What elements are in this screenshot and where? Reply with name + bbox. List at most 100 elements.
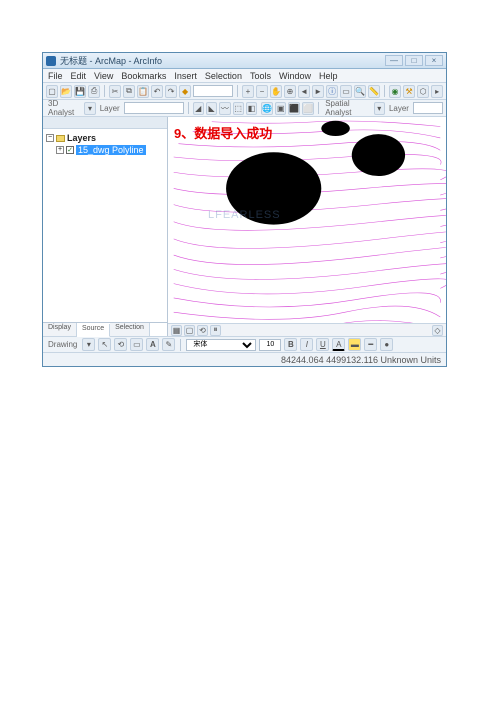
font-select[interactable]: 宋体 (186, 339, 256, 351)
minimize-button[interactable]: — (385, 55, 403, 66)
globe-icon[interactable]: 🌐 (261, 102, 273, 115)
bold-icon[interactable]: B (284, 338, 297, 351)
menu-view[interactable]: View (94, 71, 113, 81)
arcmap-window: 无标题 - ArcMap - ArcInfo — □ × File Edit V… (42, 52, 447, 367)
table-of-contents: − Layers + ✓ 15_dwg Polyline Display Sou… (43, 117, 168, 336)
text-icon[interactable]: A (146, 338, 159, 351)
layer-select[interactable] (124, 102, 184, 114)
titlebar: 无标题 - ArcMap - ArcInfo — □ × (43, 53, 446, 69)
menu-help[interactable]: Help (319, 71, 338, 81)
map-canvas[interactable]: 9、数据导入成功 LFEARLESS ▦ ▢ ⟲ ⏸ ◇ (168, 117, 446, 336)
refresh-icon[interactable]: ⟲ (197, 325, 208, 336)
rotate-icon[interactable]: ⟲ (114, 338, 127, 351)
menu-bookmarks[interactable]: Bookmarks (121, 71, 166, 81)
font-size-input[interactable] (259, 339, 281, 351)
fill-color-icon[interactable]: ▬ (348, 338, 361, 351)
measure-icon[interactable]: 📏 (368, 85, 380, 98)
redo-icon[interactable]: ↷ (165, 85, 177, 98)
toc-tabs: Display Source Selection (43, 322, 167, 336)
separator (188, 102, 189, 114)
layer-label: Layer (98, 104, 122, 113)
tool-icon[interactable]: ⬚ (233, 102, 244, 115)
root-label: Layers (67, 133, 96, 143)
save-icon[interactable]: 💾 (74, 85, 86, 98)
marker-icon[interactable]: ● (380, 338, 393, 351)
toc-root-node[interactable]: − Layers (46, 132, 164, 144)
underline-icon[interactable]: U (316, 338, 329, 351)
tool-icon[interactable]: ◧ (246, 102, 257, 115)
pointer-icon[interactable]: ↖ (98, 338, 111, 351)
contour-lines (168, 117, 446, 336)
toc-tree: − Layers + ✓ 15_dwg Polyline (43, 129, 167, 322)
coordinates-readout: 84244.064 4499132.116 Unknown Units (281, 355, 441, 365)
print-icon[interactable]: ⎙ (88, 85, 100, 98)
dropdown-icon[interactable]: ▾ (82, 338, 95, 351)
statusbar: 84244.064 4499132.116 Unknown Units (43, 352, 446, 366)
italic-icon[interactable]: I (300, 338, 313, 351)
layout-view-icon[interactable]: ▢ (184, 325, 195, 336)
cut-icon[interactable]: ✂ (109, 85, 121, 98)
window-controls: — □ × (385, 55, 443, 66)
prev-extent-icon[interactable]: ◄ (298, 85, 310, 98)
layer-select[interactable] (413, 102, 443, 114)
new-doc-icon[interactable]: ▢ (46, 85, 58, 98)
scale-input[interactable] (193, 85, 233, 97)
spatial-analyst-label: Spatial Analyst (323, 99, 371, 117)
dropdown-icon[interactable]: ▾ (84, 102, 95, 115)
zoom-out-icon[interactable]: − (256, 85, 268, 98)
dropdown-icon[interactable]: ▾ (374, 102, 385, 115)
font-color-icon[interactable]: A (332, 338, 345, 351)
toolbox-icon[interactable]: ⚒ (403, 85, 415, 98)
zoom-in-icon[interactable]: + (242, 85, 254, 98)
layout-view-toolbar: ▦ ▢ ⟲ ⏸ ◇ (168, 323, 446, 336)
copy-icon[interactable]: ⧉ (123, 85, 135, 98)
pan-icon[interactable]: ✋ (270, 85, 282, 98)
snap-icon[interactable]: ◇ (432, 325, 443, 336)
tool-icon[interactable]: ◢ (193, 102, 204, 115)
layer-checkbox[interactable]: ✓ (66, 146, 74, 154)
tab-selection[interactable]: Selection (110, 323, 150, 336)
separator (318, 102, 319, 114)
clear-select-icon[interactable]: ⬜ (302, 102, 314, 115)
python-icon[interactable]: ▸ (431, 85, 443, 98)
tool-icon[interactable]: 〰 (219, 102, 230, 115)
data-view-icon[interactable]: ▦ (171, 325, 182, 336)
add-data-icon[interactable]: ◆ (179, 85, 191, 98)
next-extent-icon[interactable]: ► (312, 85, 324, 98)
menu-file[interactable]: File (48, 71, 63, 81)
open-icon[interactable]: 📂 (60, 85, 72, 98)
layer-label: 15_dwg Polyline (76, 145, 146, 155)
workspace: − Layers + ✓ 15_dwg Polyline Display Sou… (43, 117, 446, 336)
line-color-icon[interactable]: ━ (364, 338, 377, 351)
tool-icon[interactable]: ◣ (206, 102, 217, 115)
select-icon[interactable]: ▭ (340, 85, 352, 98)
shape-icon[interactable]: ▭ (130, 338, 143, 351)
identify-icon[interactable]: ⓘ (326, 85, 338, 98)
close-button[interactable]: × (425, 55, 443, 66)
edit-icon[interactable]: ✎ (162, 338, 175, 351)
drawing-toolbar: Drawing ▾ ↖ ⟲ ▭ A ✎ 宋体 B I U A ▬ ━ ● (43, 336, 446, 352)
menu-insert[interactable]: Insert (174, 71, 197, 81)
tab-source[interactable]: Source (77, 324, 110, 337)
scene-icon[interactable]: ▣ (275, 102, 286, 115)
toc-layer-node[interactable]: + ✓ 15_dwg Polyline (46, 144, 164, 156)
tab-display[interactable]: Display (43, 323, 77, 336)
maximize-button[interactable]: □ (405, 55, 423, 66)
find-icon[interactable]: 🔍 (354, 85, 366, 98)
menu-selection[interactable]: Selection (205, 71, 242, 81)
expand-icon[interactable]: + (56, 146, 64, 154)
menu-tools[interactable]: Tools (250, 71, 271, 81)
collapse-icon[interactable]: − (46, 134, 54, 142)
undo-icon[interactable]: ↶ (151, 85, 163, 98)
separator (104, 85, 105, 97)
full-extent-icon[interactable]: ⊕ (284, 85, 296, 98)
menubar: File Edit View Bookmarks Insert Selectio… (43, 69, 446, 83)
select-feature-icon[interactable]: ⬛ (288, 102, 300, 115)
catalog-icon[interactable]: ◉ (389, 85, 401, 98)
separator (180, 339, 181, 351)
menu-window[interactable]: Window (279, 71, 311, 81)
paste-icon[interactable]: 📋 (137, 85, 149, 98)
menu-edit[interactable]: Edit (71, 71, 87, 81)
model-icon[interactable]: ⬡ (417, 85, 429, 98)
pause-icon[interactable]: ⏸ (210, 325, 221, 336)
